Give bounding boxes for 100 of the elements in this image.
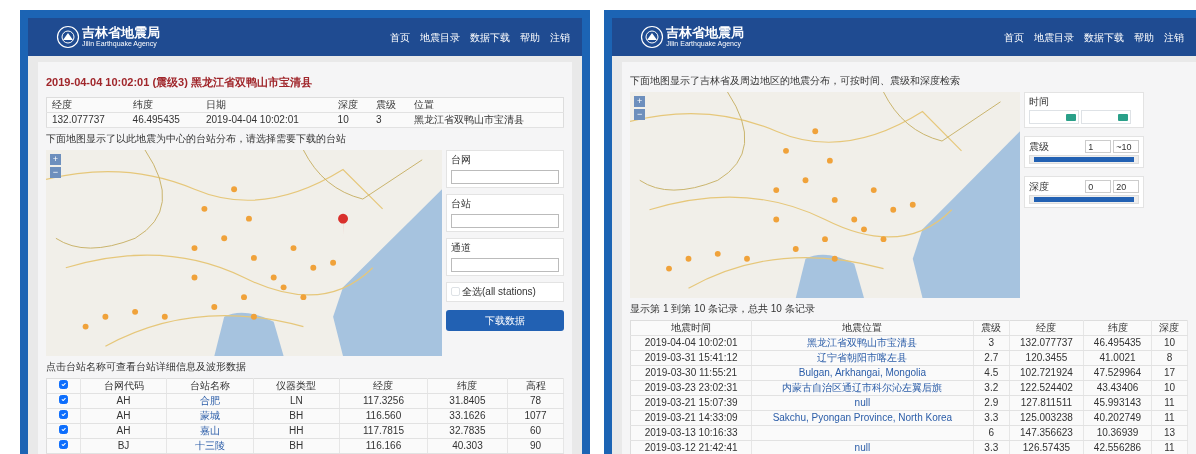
table-cell: 116.166 (339, 438, 428, 453)
station-link[interactable]: 合肥 (199, 394, 220, 406)
field-label: 台网 (451, 153, 472, 166)
field-label: 通道 (451, 241, 472, 254)
location-link[interactable]: null (854, 397, 871, 408)
column-header: 台网代码 (80, 378, 167, 393)
table-cell: 45.993143 (1083, 395, 1152, 411)
table-cell: 31.8405 (427, 393, 508, 408)
location-link[interactable]: 黑龙江省双鸭山市宝清县 (807, 337, 918, 348)
filter-label: 深度 (1029, 180, 1050, 193)
table-cell: 3.3 (973, 410, 1010, 426)
nav-link[interactable]: 数据下载 (470, 29, 511, 45)
location-link[interactable]: 辽宁省朝阳市喀左县 (817, 352, 908, 363)
table-cell: 2019-03-21 14:33:09 (630, 410, 752, 426)
table-cell: BJ (80, 438, 167, 453)
table-cell: 132.077737 (1009, 335, 1084, 351)
table-cell: 47.529964 (1083, 365, 1152, 381)
station-link[interactable]: 嘉山 (199, 424, 220, 436)
input-field[interactable] (451, 257, 560, 272)
min-field[interactable]: 0 (1085, 180, 1112, 193)
table-cell: 13 (1151, 425, 1188, 441)
record-summary: 显示第 1 到第 10 条记录，总共 10 条记录 (630, 303, 816, 315)
checkbox-label: 全选(all stations) (462, 285, 536, 298)
max-field[interactable]: 20 (1113, 180, 1140, 193)
station-link[interactable]: 十三陵 (194, 439, 225, 451)
table-cell: 黑龙江省双鸭山市宝清县 (409, 112, 564, 127)
nav-link[interactable]: 数据下载 (1084, 29, 1124, 45)
column-header: 地震位置 (751, 320, 974, 336)
input-field[interactable] (451, 169, 560, 184)
nav-link[interactable]: 注销 (550, 29, 571, 45)
download-button[interactable]: 下载数据 (446, 309, 565, 331)
table-cell: 2.7 (973, 350, 1010, 366)
table-cell: 2019-04-04 10:02:01 (200, 112, 333, 127)
table-cell: 4.5 (973, 365, 1010, 381)
table-cell: 11 (1151, 440, 1188, 454)
min-field[interactable]: 1 (1085, 140, 1112, 153)
table-cell: 11 (1151, 395, 1188, 411)
table-cell: BH (253, 438, 340, 453)
location-link[interactable]: 内蒙古自治区通辽市科尔沁左翼后旗 (782, 382, 943, 393)
row-checkbox[interactable] (58, 439, 68, 449)
location-link[interactable]: null (854, 442, 871, 453)
column-header: 深度 (332, 97, 371, 112)
table-cell: AH (80, 408, 167, 423)
table-cell: 2019-03-31 15:41:12 (630, 350, 752, 366)
location-link[interactable]: Sakchu, Pyongan Province, North Korea (772, 412, 953, 423)
nav-link[interactable]: 首页 (390, 29, 411, 45)
location-link[interactable]: Bulgan, Arkhangai, Mongolia (798, 367, 927, 378)
input-field[interactable] (451, 213, 560, 228)
nav-link[interactable]: 帮助 (520, 29, 541, 45)
table-cell: 40.202749 (1083, 410, 1152, 426)
table-cell: AH (80, 423, 167, 438)
header-checkbox[interactable] (58, 379, 68, 389)
slider-track[interactable] (1029, 155, 1140, 164)
date-field[interactable] (1029, 110, 1080, 124)
column-header: 经度 (339, 378, 428, 393)
column-header: 高程 (507, 378, 564, 393)
column-header: 经度 (1009, 320, 1084, 336)
table-cell: 17 (1151, 365, 1188, 381)
table-cell: 46.495435 (127, 112, 201, 127)
table-cell: 32.7835 (427, 423, 508, 438)
table-cell: 33.1626 (427, 408, 508, 423)
table-cell: 117.3256 (339, 393, 428, 408)
table-cell: 3 (371, 112, 410, 127)
table-cell: 6 (973, 425, 1010, 441)
row-checkbox[interactable] (58, 409, 68, 419)
nav-link[interactable]: 首页 (1004, 29, 1024, 45)
table-cell: 40.303 (427, 438, 508, 453)
table-instruction: 点击台站名称可查看台站详细信息及波形数据 (46, 360, 247, 373)
table-cell: 43.43406 (1083, 380, 1152, 396)
column-header: 纬度 (127, 97, 201, 112)
date-field[interactable] (1081, 110, 1132, 124)
calendar-icon (1066, 113, 1077, 121)
earthquake-title: 2019-04-04 10:02:01 (震级3) 黑龙江省双鸭山市宝清县 (46, 75, 313, 90)
max-field[interactable]: ~10 (1113, 140, 1140, 153)
table-cell: 90 (507, 438, 564, 453)
emblem-icon (640, 25, 665, 49)
table-cell: 2.9 (973, 395, 1010, 411)
table-cell: 10 (1151, 335, 1188, 351)
table-cell: 3.3 (973, 440, 1010, 454)
column-header: 震级 (973, 320, 1010, 336)
select-all-checkbox[interactable] (451, 287, 460, 296)
table-cell: HH (253, 423, 340, 438)
filter-label: 震级 (1029, 140, 1050, 153)
table-cell: 147.356623 (1009, 425, 1084, 441)
column-header: 地震时间 (630, 320, 752, 336)
station-link[interactable]: 蒙城 (199, 409, 220, 421)
emblem-icon (56, 25, 80, 49)
row-checkbox[interactable] (58, 424, 68, 434)
map-instruction: 下面地图显示了以此地震为中心的台站分布，请选择需要下载的台站 (46, 132, 347, 145)
table-cell: 2019-03-21 15:07:39 (630, 395, 752, 411)
row-checkbox[interactable] (58, 394, 68, 404)
nav-link[interactable]: 注销 (1164, 29, 1184, 45)
filter-label: 时间 (1029, 96, 1050, 108)
column-header: 日期 (200, 97, 333, 112)
nav-link[interactable]: 帮助 (1134, 29, 1154, 45)
table-cell: 102.721924 (1009, 365, 1084, 381)
slider-track[interactable] (1029, 195, 1140, 204)
nav-link[interactable]: 地震目录 (420, 29, 461, 45)
nav-link[interactable]: 地震目录 (1034, 29, 1074, 45)
table-cell: 126.57435 (1009, 440, 1084, 454)
